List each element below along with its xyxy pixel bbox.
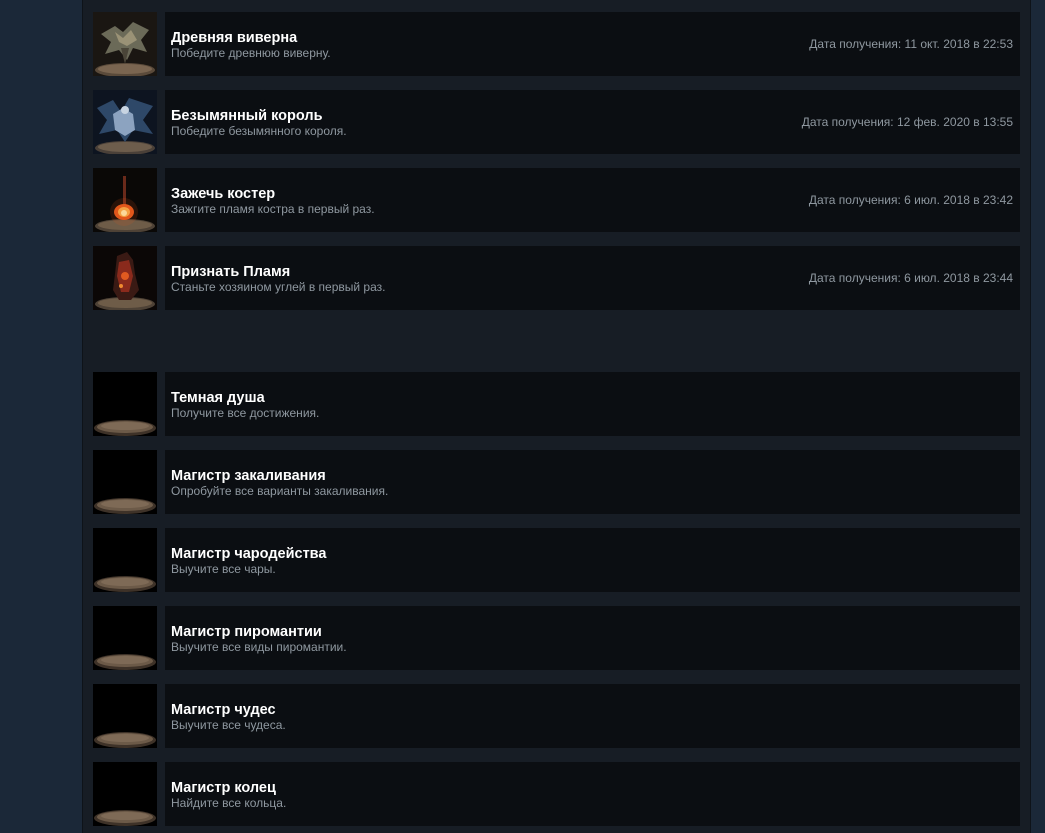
achievement-row-locked[interactable]: Магистр колец Найдите все кольца. <box>93 762 1020 826</box>
achievement-info: Зажечь костер Зажгите пламя костра в пер… <box>165 168 1020 232</box>
achievement-description: Выучите все чары. <box>171 562 276 576</box>
achievement-title: Магистр колец <box>171 780 276 796</box>
achievement-info: Магистр чудес Выучите все чудеса. <box>165 684 1020 748</box>
unlock-date: Дата получения: 6 июл. 2018 в 23:44 <box>808 271 1013 285</box>
locked-pedestal-icon <box>93 372 157 436</box>
unlock-date: Дата получения: 11 окт. 2018 в 22:53 <box>809 37 1013 51</box>
achievement-title: Магистр закаливания <box>171 468 326 484</box>
achievement-description: Победите древнюю виверну. <box>171 46 331 60</box>
achievement-description: Станьте хозяином углей в первый раз. <box>171 280 386 294</box>
ember-knight-icon <box>93 246 157 310</box>
achievement-title: Магистр чародейства <box>171 546 327 562</box>
achievement-title: Безымянный король <box>171 108 323 124</box>
achievement-info: Магистр чародейства Выучите все чары. <box>165 528 1020 592</box>
achievement-description: Выучите все виды пиромантии. <box>171 640 347 654</box>
achievement-row-unlocked[interactable]: Зажечь костер Зажгите пламя костра в пер… <box>93 168 1020 232</box>
locked-pedestal-icon <box>93 450 157 514</box>
achievement-title: Признать Пламя <box>171 264 291 280</box>
locked-pedestal-icon <box>93 684 157 748</box>
achievement-title: Зажечь костер <box>171 186 276 202</box>
achievement-row-unlocked[interactable]: Древняя виверна Победите древнюю виверну… <box>93 12 1020 76</box>
locked-pedestal-icon <box>93 606 157 670</box>
achievement-row-locked[interactable]: Магистр чудес Выучите все чудеса. <box>93 684 1020 748</box>
achievement-info: Безымянный король Победите безымянного к… <box>165 90 1020 154</box>
achievement-info: Магистр колец Найдите все кольца. <box>165 762 1020 826</box>
achievement-description: Найдите все кольца. <box>171 796 287 810</box>
wyvern-icon <box>93 12 157 76</box>
achievement-title: Древняя виверна <box>171 30 298 46</box>
achievement-description: Получите все достижения. <box>171 406 320 420</box>
achievement-info: Магистр пиромантии Выучите все виды пиро… <box>165 606 1020 670</box>
achievement-row-unlocked[interactable]: Признать Пламя Станьте хозяином углей в … <box>93 246 1020 310</box>
bonfire-icon <box>93 168 157 232</box>
achievement-info: Древняя виверна Победите древнюю виверну… <box>165 12 1020 76</box>
unlock-date: Дата получения: 12 фев. 2020 в 13:55 <box>801 115 1013 129</box>
nameless-king-icon <box>93 90 157 154</box>
achievement-row-locked[interactable]: Магистр чародейства Выучите все чары. <box>93 528 1020 592</box>
achievement-info: Темная душа Получите все достижения. <box>165 372 1020 436</box>
achievement-info: Магистр закаливания Опробуйте все вариан… <box>165 450 1020 514</box>
locked-pedestal-icon <box>93 762 157 826</box>
achievement-description: Выучите все чудеса. <box>171 718 286 732</box>
achievement-description: Опробуйте все варианты закаливания. <box>171 484 389 498</box>
locked-pedestal-icon <box>93 528 157 592</box>
achievement-title: Магистр пиромантии <box>171 624 322 640</box>
achievement-description: Зажгите пламя костра в первый раз. <box>171 202 375 216</box>
achievement-title: Магистр чудес <box>171 702 276 718</box>
unlock-date: Дата получения: 6 июл. 2018 в 23:42 <box>808 193 1013 207</box>
achievement-row-locked[interactable]: Магистр пиромантии Выучите все виды пиро… <box>93 606 1020 670</box>
achievement-row-locked[interactable]: Магистр закаливания Опробуйте все вариан… <box>93 450 1020 514</box>
achievement-row-unlocked[interactable]: Безымянный король Победите безымянного к… <box>93 90 1020 154</box>
achievement-title: Темная душа <box>171 390 265 406</box>
achievement-row-locked[interactable]: Темная душа Получите все достижения. <box>93 372 1020 436</box>
achievement-description: Победите безымянного короля. <box>171 124 347 138</box>
achievement-info: Признать Пламя Станьте хозяином углей в … <box>165 246 1020 310</box>
